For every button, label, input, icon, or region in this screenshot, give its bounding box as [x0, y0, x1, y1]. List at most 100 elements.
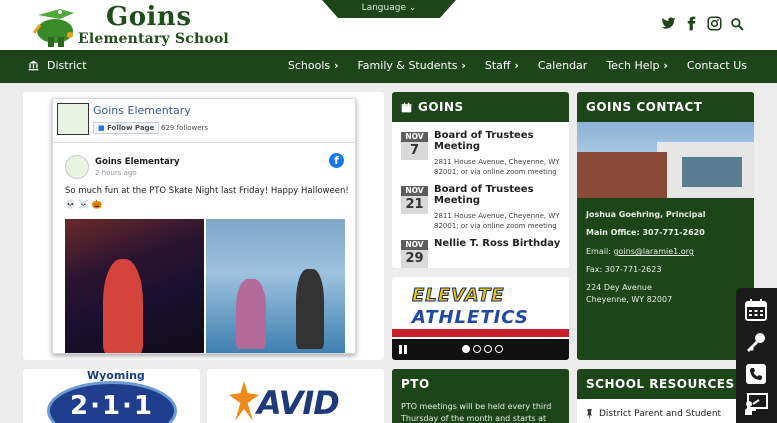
facebook-icon[interactable]: f: [329, 153, 344, 168]
event-date: NOV 7: [401, 132, 428, 160]
resources-title: SCHOOL RESOURCES: [577, 369, 754, 399]
nav-item-schools[interactable]: Schools: [288, 59, 339, 72]
slider-dot[interactable]: [462, 345, 470, 353]
facebook-page-header: Goins Elementary ■ Follow Page 629 follo…: [53, 99, 355, 143]
page-thumbnail[interactable]: [57, 103, 89, 135]
language-label: Language: [361, 3, 406, 13]
nav-item-tech-help[interactable]: Tech Help: [606, 59, 668, 72]
facebook-feed-card: Goins Elementary ■ Follow Page 629 follo…: [23, 92, 384, 360]
site-header: Goins Elementary School Language ⌄: [0, 0, 777, 50]
avid-card[interactable]: AVID: [207, 369, 384, 423]
avid-logo-icon: [229, 381, 259, 421]
slider-dots: [462, 345, 503, 353]
school-name-line2: Elementary School: [78, 31, 229, 47]
follow-page-label: Follow Page: [107, 124, 155, 132]
post-time[interactable]: 2 hours ago: [95, 169, 137, 177]
event-location: 2811 House Avenue, Cheyenne, WY 82001; o…: [434, 212, 560, 230]
follow-page-button[interactable]: ■ Follow Page: [93, 122, 160, 134]
event-location: 2811 House Avenue, Cheyenne, WY 82001; o…: [434, 158, 560, 176]
fax-number: Fax: 307-771-2623: [586, 265, 662, 274]
nav-item-staff[interactable]: Staff: [485, 59, 519, 72]
calendar-header[interactable]: GOINS: [392, 92, 569, 122]
calendar-card: GOINS NOV 7 Board of Trustees Meeting 28…: [392, 92, 569, 268]
slide-line1: ELEVATE: [412, 285, 505, 307]
language-selector[interactable]: Language ⌄: [322, 0, 456, 18]
social-links: [661, 16, 745, 31]
email-link[interactable]: goins@laramie1.org: [613, 247, 693, 256]
pause-icon[interactable]: [399, 345, 407, 354]
school-name-line1: Goins: [106, 2, 192, 32]
banner-stripe: [392, 329, 569, 337]
post-text: So much fun at the PTO Skate Night last …: [65, 186, 349, 210]
address-line2: Cheyenne, WY 82007: [586, 295, 673, 304]
post-author[interactable]: Goins Elementary: [95, 157, 180, 167]
calendar-icon: [401, 102, 412, 112]
image-slider: ELEVATE ATHLETICS: [392, 277, 569, 360]
school-building-photo: [577, 122, 754, 198]
search-icon[interactable]: [730, 16, 745, 31]
slide-line2: ATHLETICS: [412, 307, 529, 328]
thumbtack-icon: [586, 409, 593, 419]
main-office-phone[interactable]: Main Office: 307-771-2620: [586, 228, 705, 237]
post-photo[interactable]: [65, 219, 204, 353]
followers-count: 629 followers: [161, 124, 209, 132]
slider-dot[interactable]: [495, 345, 503, 353]
facebook-mini-icon: ■: [98, 124, 105, 132]
wyoming-label: Wyoming: [87, 369, 145, 382]
event-month: NOV: [401, 240, 428, 250]
district-link[interactable]: District: [28, 59, 87, 72]
wyoming-211-card[interactable]: Wyoming 2·1·1: [23, 369, 200, 423]
nav-item-contact-us[interactable]: Contact Us: [687, 59, 747, 72]
slider-banner[interactable]: ELEVATE ATHLETICS: [392, 277, 569, 339]
facebook-embed: Goins Elementary ■ Follow Page 629 follo…: [52, 98, 356, 354]
event-date: NOV 29: [401, 240, 428, 268]
pto-text: PTO meetings will be held every third Th…: [401, 402, 552, 423]
pto-title: PTO: [392, 369, 569, 399]
address-line1: 224 Dey Avenue: [586, 283, 652, 292]
resource-item[interactable]: District Parent and Student: [586, 409, 721, 419]
key-icon[interactable]: [744, 330, 768, 354]
school-logo[interactable]: Goins Elementary School: [30, 2, 230, 49]
phone-icon[interactable]: [744, 362, 768, 386]
school-resources-card: SCHOOL RESOURCES District Parent and Stu…: [577, 369, 754, 423]
contact-title: GOINS CONTACT: [577, 92, 754, 122]
calendar-icon[interactable]: [744, 298, 768, 322]
event-title[interactable]: Board of Trustees Meeting: [434, 130, 566, 152]
event-title[interactable]: Nellie T. Ross Birthday: [434, 238, 566, 249]
contact-card: GOINS CONTACT Joshua Goehring, Principal…: [577, 92, 754, 360]
211-number: 2·1·1: [70, 391, 155, 421]
avid-label: AVID: [257, 384, 340, 422]
chevron-down-icon: ⌄: [408, 3, 417, 13]
calendar-title: GOINS: [418, 100, 464, 114]
quick-links-bar: [736, 288, 777, 423]
principal-name: Joshua Goehring, Principal: [586, 210, 706, 219]
presentation-icon[interactable]: [744, 392, 768, 416]
pto-card: PTO PTO meetings will be held every thir…: [392, 369, 569, 423]
event-month: NOV: [401, 132, 428, 142]
event-day: 29: [405, 251, 424, 266]
twitter-icon[interactable]: [661, 16, 676, 31]
main-nav: District Schools Family & Students Staff…: [0, 50, 777, 83]
email-label: Email:: [586, 247, 614, 256]
nav-items: Schools Family & Students Staff Calendar…: [288, 59, 747, 72]
building-icon: [28, 60, 39, 71]
event-day: 21: [405, 197, 424, 212]
nav-item-family-students[interactable]: Family & Students: [357, 59, 465, 72]
slider-dot[interactable]: [484, 345, 492, 353]
avatar[interactable]: [65, 155, 89, 179]
event-month: NOV: [401, 186, 428, 196]
district-label: District: [47, 59, 87, 72]
event-date: NOV 21: [401, 186, 428, 214]
post-photo[interactable]: [206, 219, 345, 353]
facebook-icon[interactable]: [684, 16, 699, 31]
facebook-page-name[interactable]: Goins Elementary: [93, 104, 191, 117]
nav-item-calendar[interactable]: Calendar: [538, 59, 587, 72]
slider-dot[interactable]: [473, 345, 481, 353]
resource-item-label: District Parent and Student: [599, 409, 722, 419]
instagram-icon[interactable]: [707, 16, 722, 31]
event-day: 7: [409, 143, 420, 158]
gator-mascot-icon: [32, 9, 74, 47]
email-line: Email: goins@laramie1.org: [586, 247, 694, 256]
event-title[interactable]: Board of Trustees Meeting: [434, 184, 566, 206]
slider-controls: [392, 339, 569, 360]
